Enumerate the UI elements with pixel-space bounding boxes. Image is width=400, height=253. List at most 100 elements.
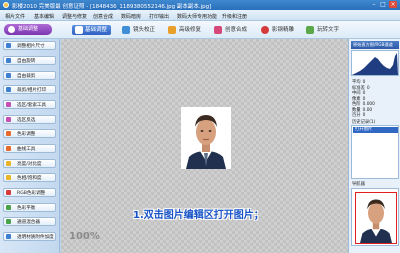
app-logo-icon (3, 2, 9, 8)
carving-icon (261, 26, 269, 34)
stat-row: 百分 0 (352, 112, 400, 118)
sidebar-item-rotate[interactable]: 自由旋转 (3, 56, 56, 65)
sidebar-item-label: 曲线工具 (17, 147, 36, 152)
toolbar: 基础调整 基础调整 镜头校正 高级修复 创意合成 影钢精雕 玩转文字 (0, 21, 400, 39)
tab-text-fun[interactable]: 玩转文字 (306, 25, 339, 35)
sidebar-item-curves[interactable]: 曲线工具 (3, 144, 56, 153)
window-title: 影楼2010 完美版最 创意证照 - [1848436_118938055214… (12, 4, 212, 10)
sidebar-item-label: 色彩调整 (17, 132, 36, 137)
repair-icon (168, 26, 176, 34)
sidebar-item-color-balance[interactable]: 色彩平衡 (3, 203, 56, 212)
brightness-icon (6, 161, 11, 166)
stat-label: 百分 (352, 113, 361, 118)
channel-mixer-icon (6, 219, 11, 224)
menu-creative[interactable]: 创意合成 (93, 13, 113, 20)
color-adjust-icon (6, 131, 11, 136)
menu-adjust-repair[interactable]: 调整与修复 (62, 13, 87, 20)
tab-creative-composite-label: 创意合成 (225, 27, 248, 33)
tab-creative-composite[interactable]: 创意合成 (214, 25, 247, 35)
sidebar-item-color-adjust[interactable]: 色彩调整 (3, 129, 56, 138)
transparency-icon (6, 234, 11, 239)
sidebar-item-label: 自由旋转 (17, 59, 36, 64)
tab-advanced-repair-label: 高级修复 (179, 27, 202, 33)
sidebar-item-invert-selection[interactable]: 选区反选 (3, 115, 56, 124)
stat-value: 0 (366, 85, 370, 91)
tab-basic-adjust[interactable]: 基础调整 (72, 25, 112, 35)
navigator-viewport-frame[interactable] (355, 192, 397, 244)
hue-icon (6, 175, 11, 180)
rgb-icon (6, 190, 11, 195)
tab-advanced-repair[interactable]: 高级修复 (168, 25, 201, 35)
navigator[interactable] (351, 188, 399, 246)
sidebar-item-lasso[interactable]: 选区/套索工具 (3, 100, 56, 109)
palette-icon (8, 26, 15, 33)
balance-icon (6, 205, 11, 210)
menu-master-functions[interactable]: 数码大师专用功能 (177, 13, 217, 20)
sidebar-item-label: 通道混合器 (17, 220, 40, 225)
menu-bar: 相片文件 基本编辑 调整与修复 创意合成 数码暗房 打印输出 数码大师专用功能 … (0, 10, 400, 21)
sidebar-item-crop[interactable]: 自由裁剪 (3, 71, 56, 80)
history-list[interactable]: 打开图片 (351, 125, 399, 179)
minimize-button[interactable]: – (370, 1, 378, 8)
info-panel: 原始直方图/RGB通道 平均 0 标准差 0 中间 0 像素 0 色阶 0.000 数量 0… (348, 39, 400, 253)
menu-upgrade-register[interactable]: 升级和注册 (222, 13, 247, 20)
resize-icon (6, 43, 11, 48)
close-button[interactable]: × (389, 1, 397, 8)
menu-basic-edit[interactable]: 基本编辑 (34, 13, 54, 20)
histogram-header: 原始直方图/RGB通道 (351, 41, 399, 49)
crop-icon (6, 73, 11, 78)
sidebar-item-transparency[interactable]: 透明材质附件加度 (3, 232, 56, 241)
tab-lens-correction-label: 镜头校正 (133, 27, 156, 33)
portrait-image (181, 107, 231, 169)
invert-selection-icon (6, 117, 11, 122)
sidebar-item-brightness-contrast[interactable]: 亮度/对比度 (3, 159, 56, 168)
text-icon (306, 26, 314, 34)
stat-value: 0 (362, 113, 366, 118)
navigator-header: 导航器 (352, 182, 365, 187)
lasso-icon (6, 102, 11, 107)
creative-icon (214, 26, 222, 34)
sidebar-item-label: 选区反选 (17, 118, 36, 123)
sidebar-item-label: 裁剪/相片打印 (17, 88, 47, 93)
sidebar-item-label: 调整相片尺寸 (17, 44, 45, 49)
sidebar-item-channel-mixer[interactable]: 通道混合器 (3, 217, 56, 226)
lens-icon (122, 26, 130, 34)
title-bar: 影楼2010 完美版最 创意证照 - [1848436_118938055214… (0, 0, 400, 10)
basic-adjust-main-button[interactable]: 基础调整 (4, 24, 52, 35)
tab-basic-adjust-label: 基础调整 (85, 27, 108, 33)
histogram-graph (352, 53, 398, 75)
sidebar-item-label: 色彩平衡 (17, 206, 36, 211)
portrait-photo[interactable] (181, 107, 231, 169)
sidebar-item-crop-print[interactable]: 裁剪/相片打印 (3, 85, 56, 94)
maximize-button[interactable]: □ (379, 1, 387, 8)
print-icon (6, 87, 11, 92)
sidebar-item-resize[interactable]: 调整相片尺寸 (3, 41, 56, 50)
rotate-icon (6, 58, 11, 63)
curves-icon (6, 146, 11, 151)
tab-text-fun-label: 玩转文字 (317, 27, 340, 33)
sidebar-item-label: 透明材质附件加度 (17, 235, 54, 240)
sidebar-item-label: 亮度/对比度 (17, 162, 42, 167)
tool-sidebar: 调整相片尺寸 自由旋转 自由裁剪 裁剪/相片打印 选区/套索工具 选区反选 色彩… (0, 39, 60, 253)
sidebar-item-label: 色相/饱和度 (17, 176, 42, 181)
instruction-text: 1.双击图片编辑区打开图片； (133, 210, 264, 221)
histogram-chart (351, 50, 399, 76)
sidebar-item-label: RGB色彩调整 (17, 191, 46, 196)
menu-darkroom[interactable]: 数码暗房 (121, 13, 141, 20)
tab-fine-carving-label: 影钢精雕 (272, 27, 295, 33)
tab-lens-correction[interactable]: 镜头校正 (122, 25, 155, 35)
menu-print[interactable]: 打印输出 (149, 13, 169, 20)
history-entry[interactable]: 打开图片 (353, 127, 398, 133)
tab-fine-carving[interactable]: 影钢精雕 (261, 25, 294, 35)
sidebar-item-rgb-adjust[interactable]: RGB色彩调整 (3, 188, 56, 197)
menu-file[interactable]: 相片文件 (5, 13, 25, 20)
navigator-thumbnail (356, 193, 396, 243)
basic-adjust-main-label: 基础调整 (18, 26, 39, 32)
sidebar-item-label: 选区/套索工具 (17, 103, 47, 108)
sidebar-item-hue-saturation[interactable]: 色相/饱和度 (3, 173, 56, 182)
adjust-icon (75, 26, 83, 34)
histogram-stats: 平均 0 标准差 0 中间 0 像素 0 色阶 0.000 数量 0.00 百分 0 (352, 79, 400, 118)
sidebar-item-label: 自由裁剪 (17, 74, 36, 79)
zoom-level: 100% (69, 231, 100, 242)
image-edit-area[interactable]: 1.双击图片编辑区打开图片； 100% (61, 39, 348, 253)
